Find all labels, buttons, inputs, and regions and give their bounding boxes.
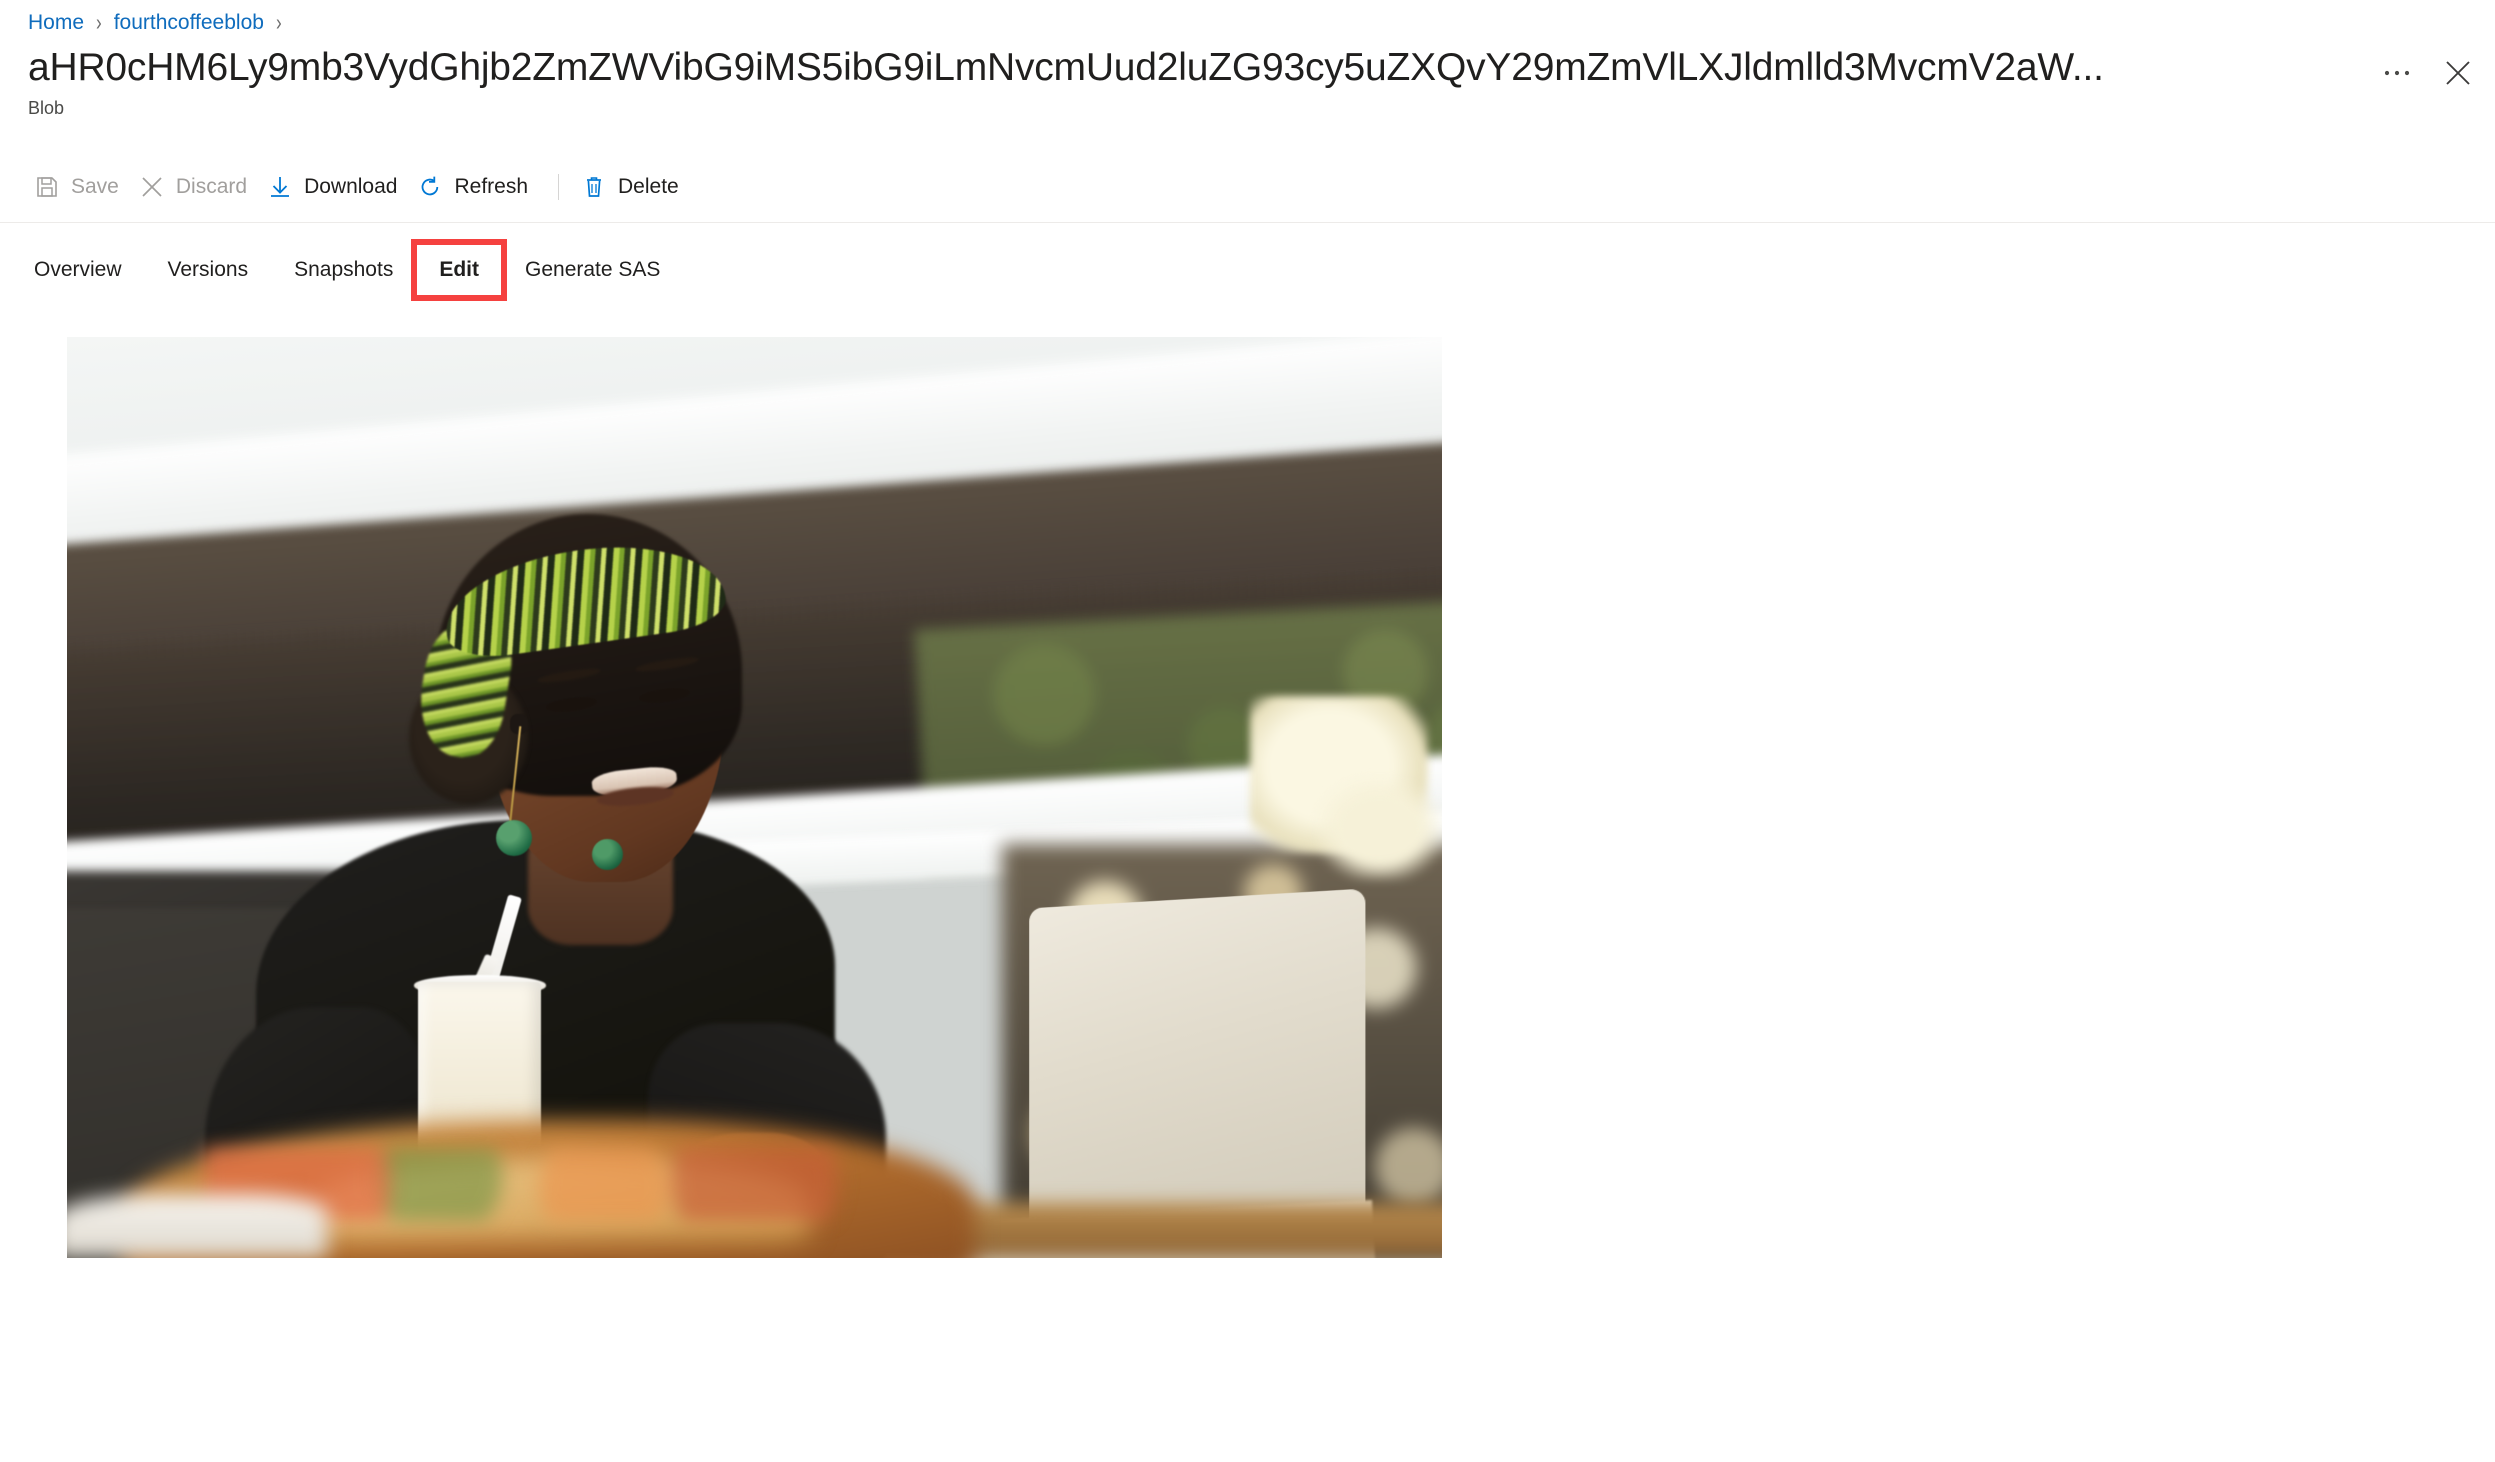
toolbar-bottom-divider bbox=[0, 222, 2495, 223]
download-button[interactable]: Download bbox=[261, 165, 411, 209]
tab-versions[interactable]: Versions bbox=[145, 244, 272, 296]
discard-button[interactable]: Discard bbox=[133, 165, 261, 209]
tab-snapshots[interactable]: Snapshots bbox=[271, 244, 416, 296]
tab-versions-label: Versions bbox=[167, 258, 249, 281]
page-subtitle: Blob bbox=[28, 98, 65, 118]
tab-generate-sas[interactable]: Generate SAS bbox=[502, 244, 683, 296]
page-title: aHR0cHM6Ly9mb3VydGhjb2ZmZWVibG9iMS5ibG9i… bbox=[28, 46, 2104, 89]
download-icon bbox=[267, 174, 293, 200]
refresh-icon bbox=[417, 174, 443, 200]
blob-photo bbox=[67, 337, 1442, 1258]
photo-foreground-plate bbox=[67, 1193, 329, 1258]
tab-strip: Overview Versions Snapshots Edit Generat… bbox=[28, 239, 683, 301]
close-icon[interactable] bbox=[2441, 56, 2475, 90]
breadcrumb-separator-icon-2: › bbox=[275, 9, 282, 36]
tab-edit[interactable]: Edit bbox=[411, 239, 507, 301]
save-icon bbox=[34, 174, 60, 200]
tab-edit-label: Edit bbox=[439, 258, 479, 281]
breadcrumb-separator-icon: › bbox=[96, 9, 102, 36]
trash-icon bbox=[581, 174, 607, 200]
refresh-button[interactable]: Refresh bbox=[411, 165, 542, 209]
save-button[interactable]: Save bbox=[28, 165, 133, 209]
tab-generate-sas-label: Generate SAS bbox=[525, 258, 661, 281]
title-row: aHR0cHM6Ly9mb3VydGhjb2ZmZWVibG9iMS5ibG9i… bbox=[28, 44, 2495, 96]
photo-flower-2 bbox=[1318, 779, 1442, 881]
discard-button-label: Discard bbox=[175, 175, 248, 198]
delete-button-label: Delete bbox=[618, 175, 679, 198]
window-commands bbox=[2381, 56, 2475, 90]
tab-snapshots-label: Snapshots bbox=[294, 258, 394, 281]
more-options-icon[interactable] bbox=[2381, 56, 2415, 90]
refresh-button-label: Refresh bbox=[454, 175, 528, 198]
discard-icon bbox=[139, 174, 165, 200]
tab-overview-label: Overview bbox=[34, 258, 122, 281]
breadcrumb: Home › fourthcoffeeblob › bbox=[28, 8, 294, 38]
delete-button[interactable]: Delete bbox=[575, 165, 693, 209]
toolbar-divider bbox=[558, 174, 559, 200]
breadcrumb-item-fourthcoffeeblob[interactable]: fourthcoffeeblob bbox=[114, 11, 264, 35]
command-toolbar: Save Discard Download Refresh Delete bbox=[28, 164, 693, 210]
save-button-label: Save bbox=[71, 175, 119, 198]
tab-overview[interactable]: Overview bbox=[28, 244, 145, 296]
photo-person-earring-bead-left bbox=[496, 819, 532, 856]
blob-detail-page: Home › fourthcoffeeblob › aHR0cHM6Ly9mb3… bbox=[0, 0, 2495, 1462]
breadcrumb-item-home[interactable]: Home bbox=[28, 11, 84, 35]
blob-image-preview bbox=[67, 337, 1442, 1258]
download-button-label: Download bbox=[304, 175, 398, 198]
